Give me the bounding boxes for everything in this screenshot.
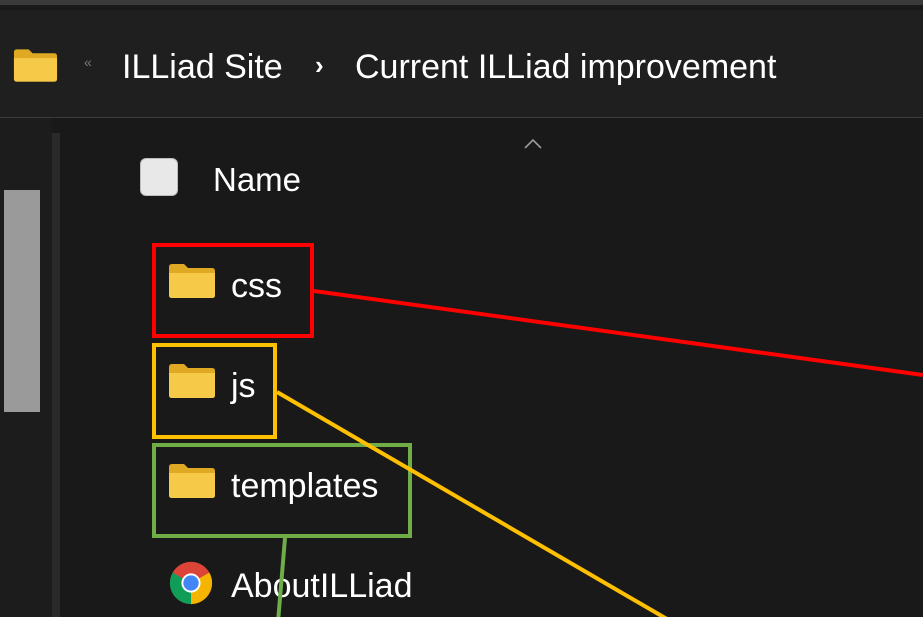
chrome-icon: [169, 561, 213, 605]
file-row-label[interactable]: AboutILLiad: [231, 567, 413, 606]
file-explorer-window: « ILLiad Site › Current ILLiad improveme…: [0, 0, 923, 617]
nav-scrollbar-thumb[interactable]: [4, 190, 40, 412]
breadcrumb-item-current-folder[interactable]: Current ILLiad improvement: [355, 48, 776, 87]
overflow-chevron-icon[interactable]: «: [84, 54, 92, 70]
annotation-line-css: [313, 289, 923, 377]
breadcrumb-separator-icon[interactable]: ›: [315, 50, 324, 81]
folder-icon: [13, 49, 58, 82]
chevron-up-icon: [524, 138, 542, 149]
annotation-box-css: [152, 243, 314, 338]
address-bar[interactable]: « ILLiad Site › Current ILLiad improveme…: [0, 10, 923, 118]
select-all-checkbox[interactable]: [140, 158, 178, 196]
annotation-box-js: [152, 343, 277, 439]
column-header-name[interactable]: Name: [213, 161, 301, 199]
breadcrumb-item-illiad-site[interactable]: ILLiad Site: [122, 48, 283, 87]
annotation-box-templates: [152, 443, 412, 538]
pane-divider[interactable]: [52, 133, 60, 617]
